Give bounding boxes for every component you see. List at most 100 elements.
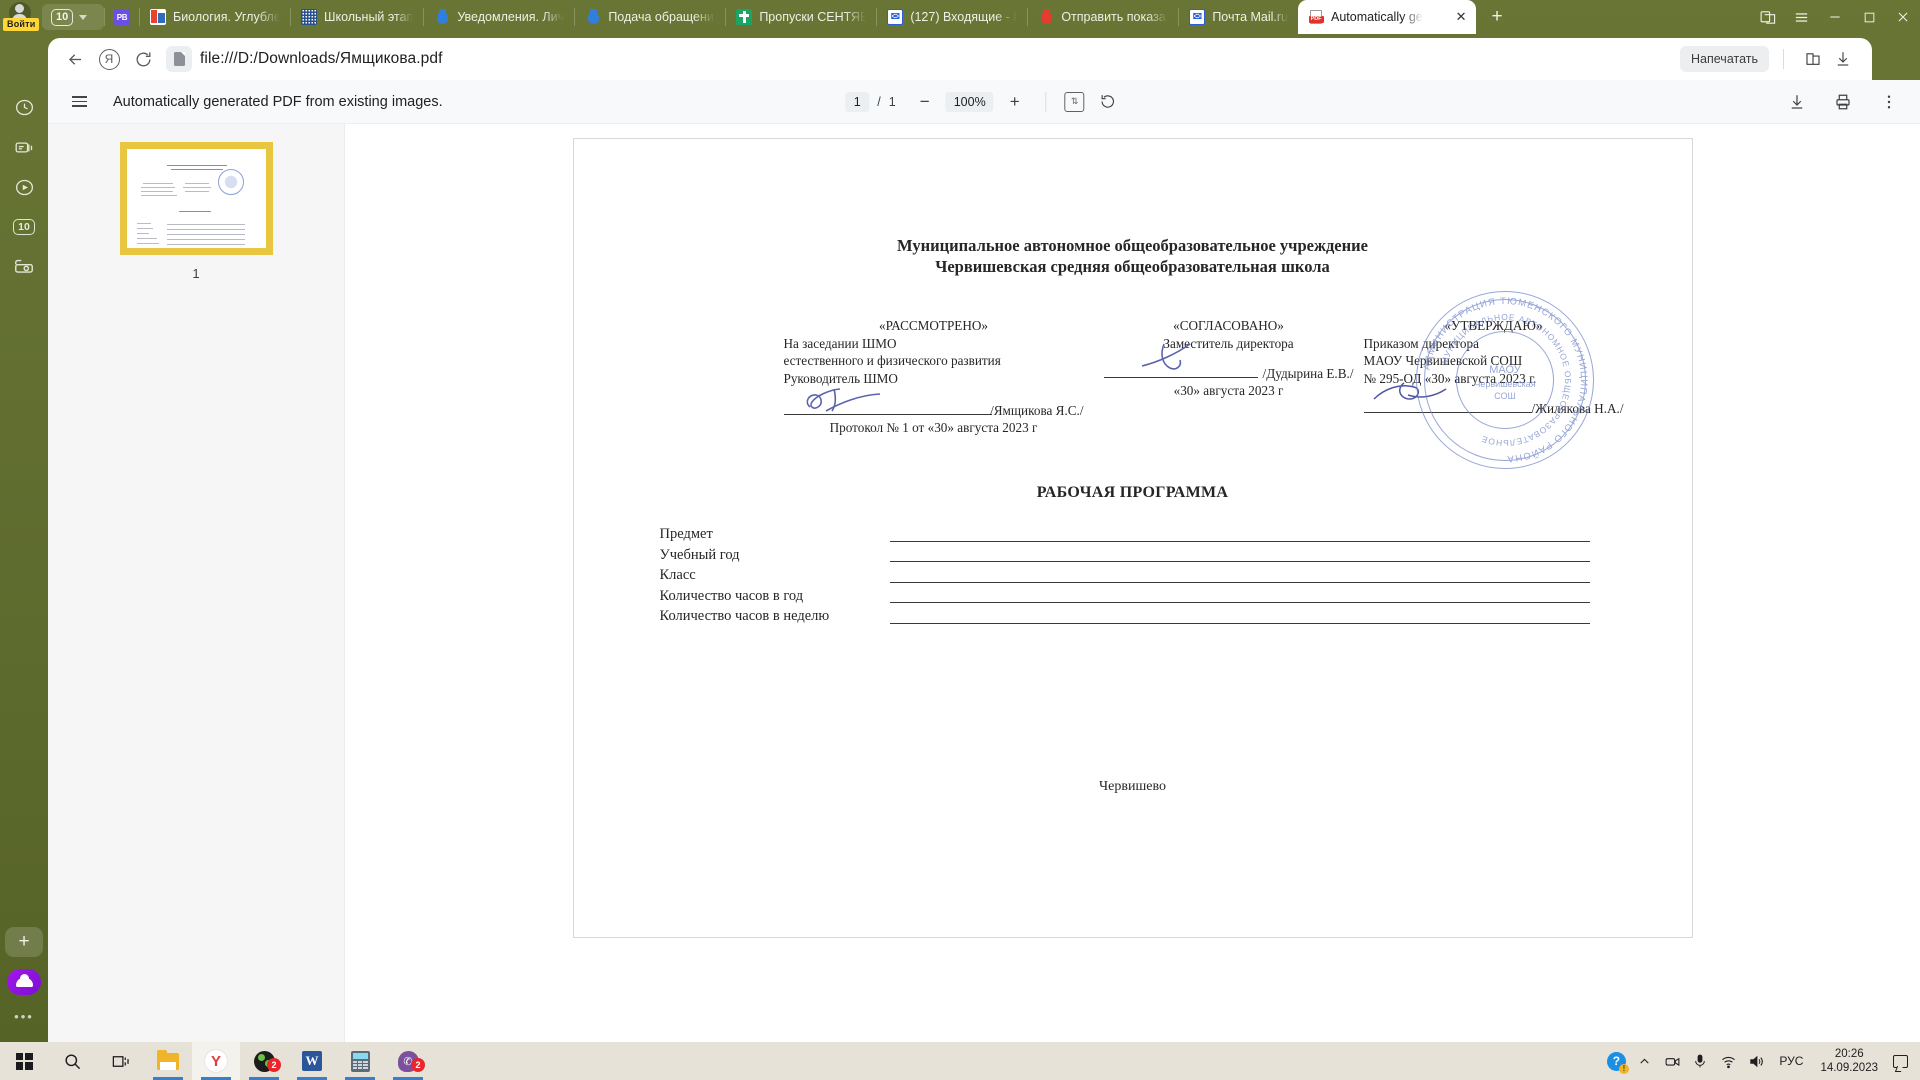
tab-uvedomleniya[interactable]: Уведомления. Личн: [424, 0, 574, 34]
windows-logo-icon: [15, 1052, 33, 1070]
yandex-home-icon[interactable]: Я: [92, 42, 126, 76]
field-line: [889, 540, 1590, 542]
cloud-icon[interactable]: [7, 969, 41, 995]
tab-biologiya[interactable]: Биология. Углублен: [140, 0, 290, 34]
camera-icon[interactable]: [1658, 1042, 1686, 1080]
extensions-icon[interactable]: [1750, 0, 1784, 34]
start-button[interactable]: [0, 1042, 48, 1080]
minimize-button[interactable]: [1818, 0, 1852, 34]
page-number-input[interactable]: 1: [845, 91, 870, 112]
reload-icon[interactable]: [126, 42, 160, 76]
language-indicator[interactable]: РУС: [1770, 1054, 1812, 1068]
svg-text:СОШ: СОШ: [1494, 391, 1516, 401]
reviewed-line-2: естественного и физического развития: [783, 353, 1001, 368]
microphone-icon[interactable]: [1686, 1042, 1714, 1080]
maximize-button[interactable]: [1852, 0, 1886, 34]
login-badge[interactable]: Войти: [3, 18, 40, 31]
question-mark-icon: ? !: [1606, 1051, 1629, 1074]
taskbar: Y 2 W ✆ 2 ? ! РУС 20:26 14.09.2023: [0, 1042, 1920, 1080]
more-options-icon[interactable]: [1874, 87, 1904, 117]
document-organization: Муниципальное автономное общеобразовател…: [574, 235, 1692, 277]
page-thumbnail[interactable]: [119, 142, 273, 255]
pdf-viewer: Automatically generated PDF from existin…: [48, 80, 1920, 1042]
tab-vhodyashchie[interactable]: (127) Входящие - По: [877, 0, 1027, 34]
calculator-icon: [350, 1050, 370, 1072]
field-line: [889, 581, 1590, 583]
download-icon[interactable]: [1782, 87, 1812, 117]
tab-propuski[interactable]: Пропуски СЕНТЯБР: [726, 0, 876, 34]
url-text[interactable]: file:///D:/Downloads/Ямщикова.pdf: [200, 50, 443, 68]
badge-count: 2: [411, 1058, 425, 1072]
tab-label: Подача обращений: [608, 10, 716, 24]
page-area: Муниципальное автономное общеобразовател…: [345, 124, 1920, 1042]
close-icon[interactable]: ✕: [1452, 8, 1470, 26]
show-hidden-icons-icon[interactable]: [1630, 1042, 1658, 1080]
print-icon[interactable]: [1828, 87, 1858, 117]
clock[interactable]: 20:26 14.09.2023: [1812, 1047, 1886, 1075]
mail-envelope-icon: [887, 9, 904, 25]
file-icon[interactable]: [166, 46, 192, 72]
profile-counter[interactable]: 10: [42, 4, 104, 30]
tab-label: Отправить показан: [1061, 10, 1169, 24]
word-button[interactable]: W: [288, 1042, 336, 1080]
downloads-counter-icon[interactable]: 10: [7, 210, 41, 244]
agreed-line-1: Заместитель директора: [1163, 335, 1294, 351]
downloads-count: 10: [13, 219, 35, 235]
yandex-browser-button[interactable]: Y: [192, 1042, 240, 1080]
zoom-in-button[interactable]: +: [1002, 89, 1028, 115]
tab-otpravit-pokazaniya[interactable]: Отправить показан: [1028, 0, 1178, 34]
notifications-button[interactable]: [1886, 1042, 1914, 1080]
volume-icon[interactable]: [1742, 1042, 1770, 1080]
search-button[interactable]: [48, 1042, 96, 1080]
signature-icon: [806, 388, 880, 412]
field-line: [889, 561, 1590, 562]
video-icon[interactable]: [7, 170, 41, 204]
tab-label: Биология. Углублен: [173, 10, 280, 24]
pdf-toolbar-center: 1 / 1 − 100% + ⇅: [845, 87, 1122, 117]
download-icon[interactable]: [1828, 44, 1858, 74]
tab-podacha-obrashchenij[interactable]: Подача обращений: [575, 0, 725, 34]
close-button[interactable]: [1886, 0, 1920, 34]
zoom-out-button[interactable]: −: [912, 89, 938, 115]
clock-time: 20:26: [1834, 1048, 1864, 1060]
tab-pb[interactable]: PB: [105, 0, 139, 34]
system-tray: ? ! РУС 20:26 14.09.2023: [1602, 1042, 1920, 1080]
agreed-heading: «СОГЛАСОВАНО»: [1173, 318, 1284, 333]
pdf-toolbar: Automatically generated PDF from existin…: [48, 80, 1920, 124]
collections-icon[interactable]: [1798, 44, 1828, 74]
viber-button[interactable]: ✆ 2: [384, 1042, 432, 1080]
field-line: [889, 602, 1590, 603]
thumbnail-page-number: 1: [192, 266, 200, 281]
tab-label: Уведомления. Личн: [457, 10, 565, 24]
new-tab-button[interactable]: +: [1480, 2, 1514, 32]
add-button[interactable]: +: [5, 927, 43, 957]
green-app-button[interactable]: 2: [240, 1042, 288, 1080]
collections-icon[interactable]: [7, 130, 41, 164]
screenshot-icon[interactable]: [7, 250, 41, 284]
file-explorer-button[interactable]: [144, 1042, 192, 1080]
calculator-button[interactable]: [336, 1042, 384, 1080]
more-options-icon[interactable]: •••: [14, 1009, 34, 1024]
document-fields: Предмет Учебный год Класс Количество час…: [660, 524, 1590, 627]
menu-icon[interactable]: [1784, 0, 1818, 34]
tab-label: Почта Mail.ru: [1212, 10, 1289, 24]
svg-text:Червишевская: Червишевская: [1474, 379, 1535, 389]
task-view-button[interactable]: [96, 1042, 144, 1080]
clock-date: 14.09.2023: [1820, 1062, 1878, 1074]
help-icon[interactable]: ? !: [1602, 1042, 1630, 1080]
wifi-icon[interactable]: [1714, 1042, 1742, 1080]
fit-page-icon[interactable]: ⇅: [1064, 91, 1085, 112]
profile-button[interactable]: Войти: [0, 0, 40, 34]
print-button[interactable]: Напечатать: [1680, 46, 1769, 72]
zoom-level[interactable]: 100%: [945, 91, 994, 112]
back-button[interactable]: [58, 42, 92, 76]
thumbnail-preview: [126, 149, 266, 248]
tab-pochta-mail[interactable]: Почта Mail.ru: [1179, 0, 1298, 34]
field-label: Класс: [659, 567, 696, 583]
rotate-icon[interactable]: [1093, 87, 1123, 117]
sidebar-toggle-icon[interactable]: [64, 87, 94, 117]
tab-active-pdf[interactable]: PDF Automatically ge ✕: [1298, 0, 1477, 34]
tab-shkolnyj-etap[interactable]: Школьный этап: [291, 0, 423, 34]
history-icon[interactable]: [7, 90, 41, 124]
tab-label: Automatically ge: [1331, 10, 1423, 24]
